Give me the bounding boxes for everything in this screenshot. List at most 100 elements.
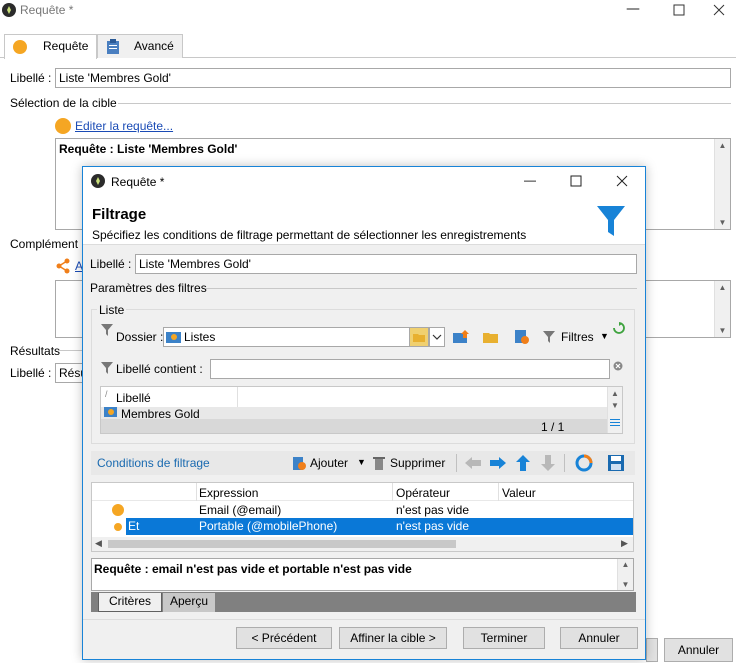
query-summary-box[interactable]: Requête : email n'est pas vide et portab…	[91, 558, 634, 591]
folder-up-icon[interactable]	[452, 328, 470, 346]
window-titlebar: Requête * —	[0, 0, 736, 22]
maximize-button[interactable]	[656, 0, 702, 20]
funnel-small-icon-2	[101, 361, 113, 375]
folder-open-icon[interactable]	[482, 328, 500, 346]
refine-target-button[interactable]: Affiner la cible >	[339, 627, 447, 649]
list-item[interactable]: Membres Gold	[101, 407, 608, 419]
conditions-toolbar: Conditions de filtrage Ajouter ▼ Supprim…	[91, 451, 635, 475]
toolbar-separator	[564, 454, 565, 472]
add-condition-button[interactable]: Ajouter	[310, 456, 348, 470]
tab-label: Requête	[43, 39, 89, 53]
section-divider	[118, 103, 731, 104]
arrow-right-icon[interactable]	[489, 455, 507, 471]
vertical-scrollbar[interactable]: ▲ ▼	[617, 559, 633, 590]
column-divider	[237, 387, 238, 407]
row-operator: n'est pas vide	[396, 503, 470, 517]
outer-cancel-button[interactable]: Annuler	[664, 638, 733, 662]
arrow-left-icon[interactable]	[464, 455, 482, 471]
add-condition-icon	[291, 454, 307, 472]
maximize-button[interactable]	[561, 171, 591, 191]
vertical-scrollbar[interactable]: ▲ ▼	[714, 281, 730, 337]
clear-search-icon[interactable]	[613, 361, 623, 371]
list-column-header[interactable]: Libellé	[116, 391, 151, 405]
add-dropdown-arrow[interactable]: ▼	[357, 457, 366, 467]
dossier-value: Listes	[184, 330, 216, 344]
previous-button[interactable]: < Précédent	[236, 627, 332, 649]
refresh-icon[interactable]	[613, 322, 625, 334]
grid-row[interactable]: Email (@email) n'est pas vide	[92, 502, 633, 518]
dossier-dropdown[interactable]	[429, 327, 445, 347]
vertical-scrollbar[interactable]: ▲ ▼	[607, 387, 622, 433]
button-label: Terminer	[480, 631, 528, 645]
minimize-button[interactable]: —	[610, 0, 656, 20]
filters-funnel-icon	[543, 330, 555, 344]
dossier-input[interactable]: Listes	[163, 327, 445, 347]
finish-button[interactable]: Terminer	[463, 627, 545, 649]
filters-menu[interactable]: Filtres	[561, 330, 594, 344]
results-section-title: Résultats	[10, 344, 61, 358]
list-pager-bar: 1 / 1	[101, 419, 608, 434]
edit-query-icon	[55, 118, 71, 134]
share-icon	[55, 258, 71, 274]
libelle-contient-label: Libellé contient :	[116, 362, 203, 376]
results-libelle-label: Libellé :	[10, 366, 52, 380]
dialog-subheading: Spécifiez les conditions de filtrage per…	[92, 228, 527, 242]
dialog-libelle-label: Libellé :	[90, 257, 132, 271]
vertical-scrollbar[interactable]: ▲ ▼	[714, 139, 730, 229]
complement-section-title: Complément	[10, 237, 79, 251]
section-divider	[206, 288, 637, 289]
arrow-up-icon[interactable]	[515, 454, 531, 472]
save-icon[interactable]	[607, 454, 625, 472]
trash-icon	[372, 455, 386, 471]
tab-label: Critères	[108, 594, 151, 608]
dialog-libelle-input[interactable]: Liste 'Membres Gold'	[135, 254, 637, 274]
outer-hidden-button[interactable]	[646, 638, 658, 662]
tab-label: Aperçu	[169, 594, 209, 608]
distribution-icon[interactable]	[575, 454, 593, 472]
header-valeur[interactable]: Valeur	[502, 486, 536, 500]
query-summary: Requête : email n'est pas vide et portab…	[94, 562, 412, 576]
dialog-cancel-button[interactable]: Annuler	[560, 627, 638, 649]
list-pager: 1 / 1	[541, 420, 565, 434]
dossier-label: Dossier :	[116, 330, 164, 344]
folder-browse-button[interactable]	[409, 327, 429, 347]
folder-list-icon	[166, 330, 182, 344]
horizontal-scrollbar[interactable]: ◀ ▶	[92, 537, 633, 551]
list-item-label: Membres Gold	[121, 407, 200, 419]
toolbar-separator	[456, 454, 457, 472]
filter-funnel-icon	[596, 204, 626, 238]
minimize-button[interactable]: —	[515, 171, 545, 191]
tab-avance[interactable]: Avancé	[97, 34, 183, 58]
scroll-thumb[interactable]	[108, 540, 456, 548]
dialog-title: Requête *	[111, 175, 165, 189]
list-item-icon	[104, 407, 118, 418]
row-expression: Portable (@mobilePhone)	[199, 519, 338, 533]
tab-criteres[interactable]: Critères	[98, 593, 162, 612]
query-icon	[13, 40, 27, 54]
edit-query-link[interactable]: Editer la requête...	[75, 119, 173, 133]
header-expression[interactable]: Expression	[199, 486, 258, 500]
dialog-header: Filtrage Spécifiez les conditions de fil…	[83, 195, 645, 245]
conditions-grid[interactable]: Expression Opérateur Valeur Email (@emai…	[91, 482, 634, 552]
folder-list[interactable]: / Libellé Membres Gold 1 / 1 ▲ ▼	[100, 386, 623, 434]
grid-row-selected[interactable]: Et Portable (@mobilePhone) n'est pas vid…	[92, 518, 633, 535]
delete-condition-button[interactable]: Supprimer	[390, 456, 445, 470]
target-section-title: Sélection de la cible	[10, 96, 117, 110]
condition-icon	[112, 504, 124, 516]
new-folder-icon[interactable]	[512, 327, 530, 345]
condition-and-icon	[112, 521, 124, 533]
arrow-down-icon[interactable]	[540, 454, 556, 472]
close-button[interactable]	[607, 171, 637, 191]
close-button[interactable]	[702, 0, 736, 20]
button-label: Annuler	[677, 643, 720, 657]
libelle-contient-input[interactable]	[210, 359, 610, 379]
dialog-titlebar: Requête * —	[83, 167, 645, 195]
filters-dropdown-arrow[interactable]: ▼	[600, 331, 609, 341]
main-tabs: Requête Avancé	[0, 34, 736, 59]
tab-apercu[interactable]: Aperçu	[163, 593, 215, 612]
header-operateur[interactable]: Opérateur	[396, 486, 450, 500]
dialog-heading: Filtrage	[92, 206, 147, 223]
libelle-input[interactable]: Liste 'Membres Gold'	[55, 68, 731, 88]
clipboard-icon	[106, 39, 120, 55]
tab-requete[interactable]: Requête	[4, 34, 97, 59]
